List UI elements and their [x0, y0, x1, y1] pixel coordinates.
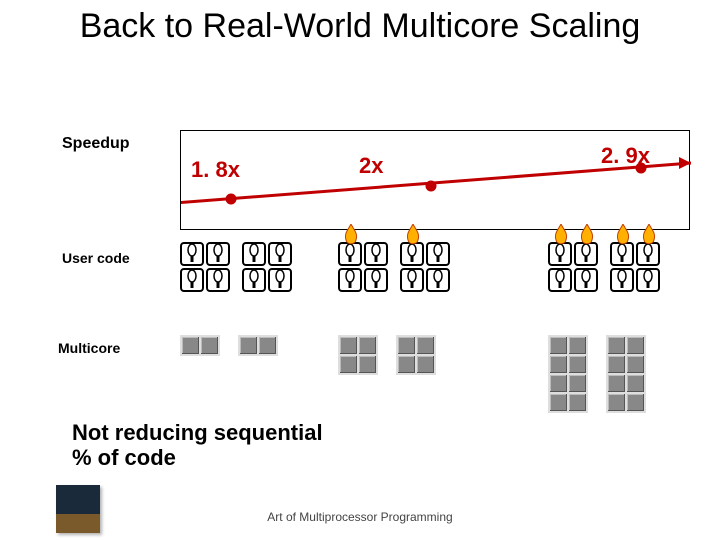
- thread-icon: [364, 268, 388, 292]
- user-code-group-3: [548, 242, 688, 292]
- thread-icon: [180, 268, 204, 292]
- speedup-value-2: 2x: [359, 153, 383, 179]
- user-code-group-1: [180, 242, 296, 292]
- chip-icon: [238, 335, 278, 356]
- flame-icon: [614, 224, 632, 248]
- thread-icon: [400, 268, 424, 292]
- caption: Not reducing sequential% of code: [72, 420, 323, 471]
- chip-icon: [180, 335, 220, 356]
- thread-icon: [268, 242, 292, 266]
- speedup-chart: 1. 8x 2x 2. 9x: [180, 130, 690, 230]
- thread-icon: [636, 268, 660, 292]
- page-title: Back to Real-World Multicore Scaling: [0, 0, 720, 45]
- multicore-label: Multicore: [58, 340, 120, 356]
- footer: Art of Multiprocessor Programming: [0, 510, 720, 524]
- thread-icon: [426, 268, 450, 292]
- thread-icon: [426, 242, 450, 266]
- chip-icon: [606, 335, 646, 413]
- flame-icon: [578, 224, 596, 248]
- thread-icon: [242, 242, 266, 266]
- multicore-group-3: [548, 335, 646, 413]
- multicore-group-1: [180, 335, 278, 356]
- thread-icon: [364, 242, 388, 266]
- user-code-label: User code: [62, 250, 130, 266]
- speedup-label: Speedup: [62, 135, 130, 153]
- flame-icon: [342, 224, 360, 248]
- thread-icon: [180, 242, 204, 266]
- chip-icon: [548, 335, 588, 413]
- thread-icon: [548, 268, 572, 292]
- multicore-group-2: [338, 335, 436, 375]
- chip-icon: [396, 335, 436, 375]
- flame-icon: [640, 224, 658, 248]
- flame-icon: [404, 224, 422, 248]
- thread-icon: [268, 268, 292, 292]
- book-icon: [56, 485, 100, 533]
- thread-icon: [206, 242, 230, 266]
- flame-icon: [552, 224, 570, 248]
- chip-icon: [338, 335, 378, 375]
- speedup-value-3: 2. 9x: [601, 143, 650, 169]
- user-code-group-2: [338, 242, 454, 292]
- thread-icon: [610, 268, 634, 292]
- thread-icon: [338, 268, 362, 292]
- thread-icon: [206, 268, 230, 292]
- thread-icon: [242, 268, 266, 292]
- thread-icon: [574, 268, 598, 292]
- speedup-value-1: 1. 8x: [191, 157, 240, 183]
